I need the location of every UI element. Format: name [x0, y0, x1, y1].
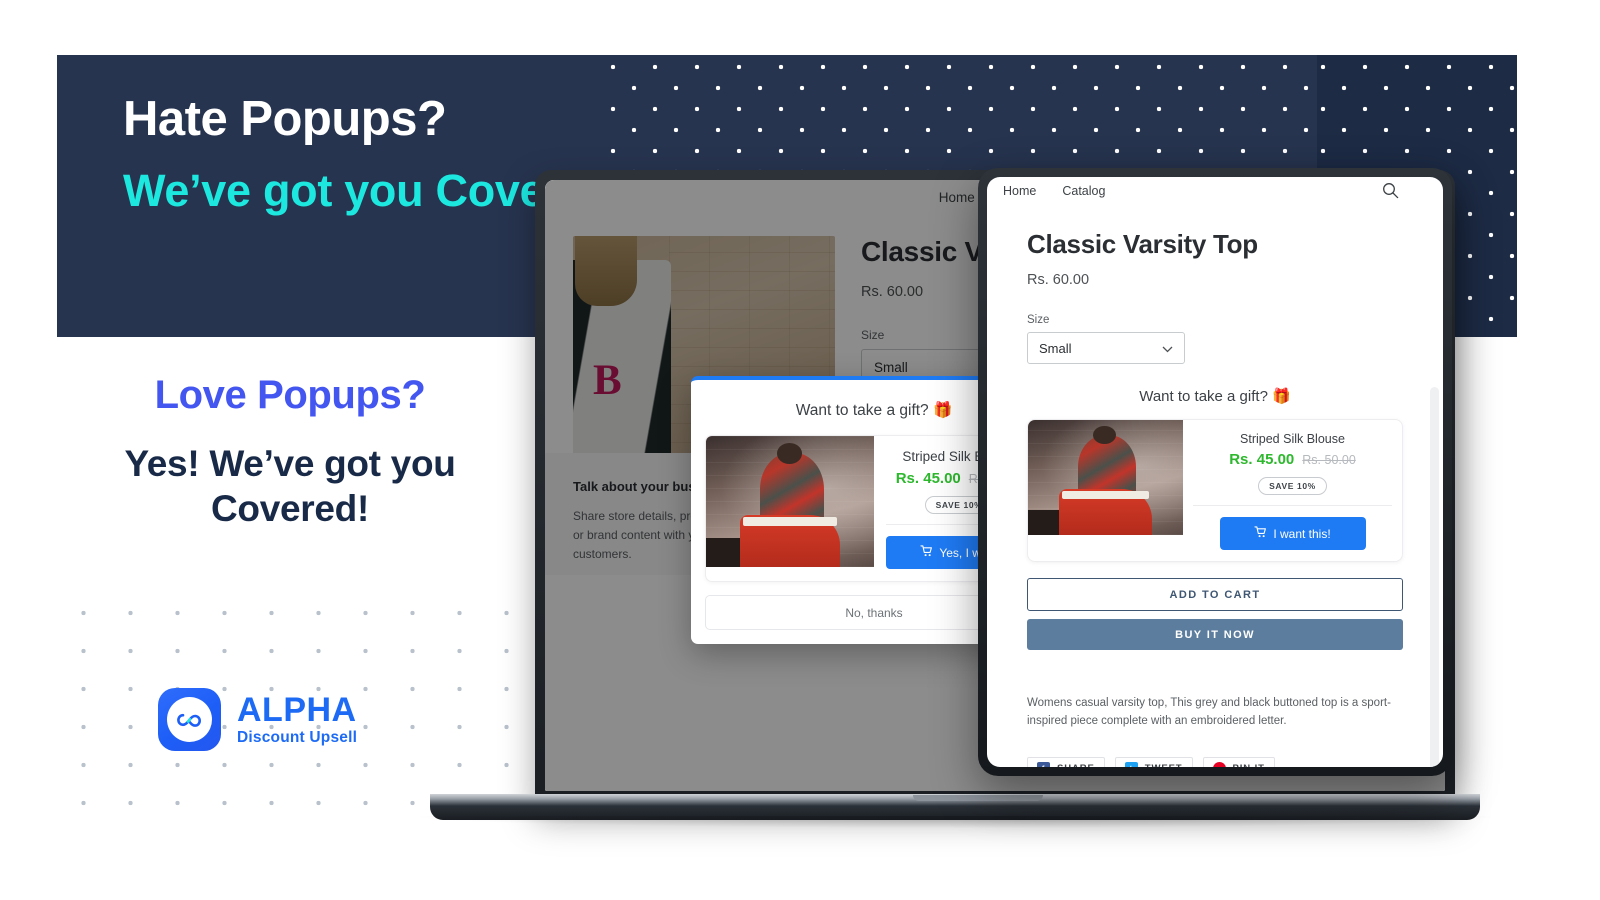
tablet-share-row: f SHARE t TWEET p PIN IT [1027, 756, 1403, 767]
tablet-screen: Home Catalog Classic Varsity Top Rs. 60.… [987, 177, 1443, 767]
share-facebook-label: SHARE [1057, 763, 1095, 767]
logo-mark [158, 688, 221, 751]
tablet-mockup: Home Catalog Classic Varsity Top Rs. 60.… [978, 168, 1452, 776]
tablet-product-title: Classic Varsity Top [1027, 229, 1258, 259]
facebook-icon: f [1037, 762, 1050, 767]
tablet-size-select[interactable]: Small [1027, 332, 1185, 364]
share-facebook-button[interactable]: f SHARE [1027, 756, 1105, 767]
tablet-offer-name: Striped Silk Blouse [1240, 432, 1345, 446]
share-pinterest-button[interactable]: p PIN IT [1202, 756, 1275, 767]
tablet-nav-item-catalog[interactable]: Catalog [1062, 184, 1105, 198]
laptop-shadow [420, 816, 1490, 828]
tablet-offer-accept-label: I want this! [1273, 526, 1331, 541]
tablet-offer-accept-button[interactable]: I want this! [1219, 517, 1366, 550]
tablet-gift-heading: Want to take a gift? 🎁 [1139, 388, 1291, 405]
share-pinterest-label: PIN IT [1233, 763, 1265, 767]
pinterest-icon: p [1212, 762, 1226, 767]
chevron-down-icon [1162, 341, 1173, 356]
tablet-offer-price-new: Rs. 45.00 [1229, 451, 1295, 468]
tablet-offer-save-badge: SAVE 10% [1258, 477, 1327, 495]
tablet-offer-image [1028, 420, 1183, 535]
tablet-nav-item-home[interactable]: Home [1003, 184, 1036, 198]
tablet-product-description: Womens casual varsity top, This grey and… [1027, 697, 1391, 728]
tablet-offer-price-old: Rs. 50.00 [1302, 453, 1356, 467]
search-icon[interactable] [1382, 182, 1399, 202]
offer-product-image [706, 436, 874, 567]
tablet-product-price: Rs. 60.00 [1027, 272, 1090, 288]
tablet-size-label: Size [1027, 314, 1050, 326]
tablet-buy-it-now-button[interactable]: BUY IT NOW [1027, 619, 1403, 650]
cart-icon [1254, 526, 1267, 541]
logo-name: ALPHA [237, 691, 357, 730]
tablet-offer-card: Striped Silk Blouse Rs. 45.00 Rs. 50.00 … [1027, 419, 1403, 562]
share-twitter-label: TWEET [1145, 763, 1183, 767]
cart-icon [920, 545, 933, 560]
promo-line-1: Hate Popups? [123, 92, 447, 146]
tablet-add-to-cart-button[interactable]: ADD TO CART [1027, 578, 1403, 611]
tablet-nav: Home Catalog [987, 177, 1443, 205]
twitter-icon: t [1124, 762, 1138, 767]
tablet-product-section: Classic Varsity Top Rs. 60.00 Size Small… [987, 205, 1443, 767]
logo-tagline: Discount Upsell [237, 729, 358, 747]
tablet-scrollbar[interactable] [1430, 387, 1439, 767]
promo-banner: Hate Popups? We’ve got you Covered! Love… [0, 0, 1600, 900]
share-twitter-button[interactable]: t TWEET [1114, 756, 1193, 767]
tablet-size-value: Small [1039, 340, 1072, 356]
infinity-icon [167, 697, 212, 742]
offer-price-new: Rs. 45.00 [895, 470, 961, 487]
brand-logo: ALPHA Discount Upsell [158, 688, 357, 751]
